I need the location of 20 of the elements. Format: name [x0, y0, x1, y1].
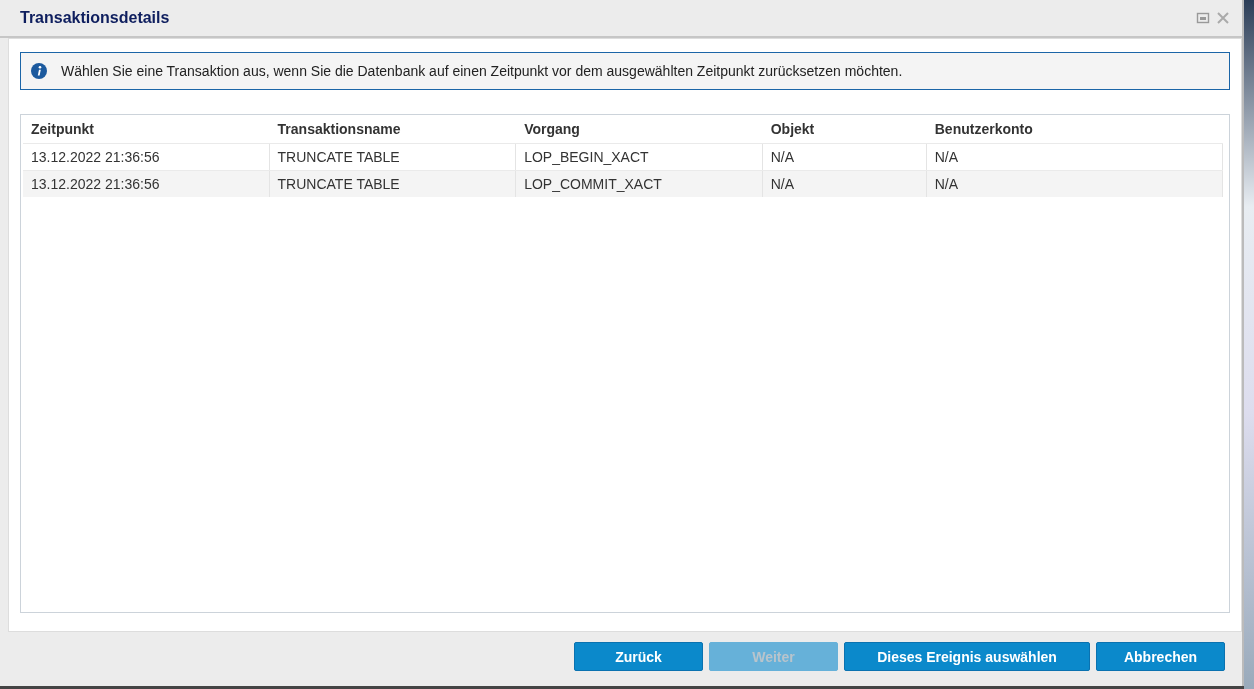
- info-text: Wählen Sie eine Transaktion aus, wenn Sie die Datenbank auf einen Zeitpunkt vor dem ausgewählten Zeitpunkt zurücksetzen möchten.: [61, 63, 903, 79]
- table-cell: N/A: [926, 171, 1223, 197]
- dialog-button[interactable]: Zurück: [574, 642, 703, 671]
- dialog-button[interactable]: Dieses Ereignis auswählen: [844, 642, 1090, 671]
- column-header[interactable]: Objekt: [762, 121, 927, 137]
- column-header[interactable]: Transaktionsname: [269, 121, 517, 137]
- table-cell: N/A: [762, 171, 927, 197]
- column-header[interactable]: Benutzerkonto: [926, 121, 1223, 137]
- info-icon: [31, 63, 47, 79]
- table-cell: LOP_COMMIT_XACT: [516, 171, 763, 197]
- table-cell: 13.12.2022 21:36:56: [23, 171, 270, 197]
- table-cell: TRUNCATE TABLE: [269, 171, 517, 197]
- table-row[interactable]: 13.12.2022 21:36:56 TRUNCATE TABLE LOP_BEGIN_XACT N/A N/A: [23, 143, 1223, 170]
- column-header[interactable]: Zeitpunkt: [23, 121, 270, 137]
- dialog-button[interactable]: Abbrechen: [1096, 642, 1225, 671]
- restore-icon[interactable]: [1196, 11, 1210, 25]
- table-row[interactable]: 13.12.2022 21:36:56 TRUNCATE TABLE LOP_COMMIT_XACT N/A N/A: [23, 170, 1223, 197]
- column-header[interactable]: Vorgang: [516, 121, 763, 137]
- close-icon[interactable]: [1216, 11, 1230, 25]
- window-title: Transaktionsdetails: [20, 9, 170, 27]
